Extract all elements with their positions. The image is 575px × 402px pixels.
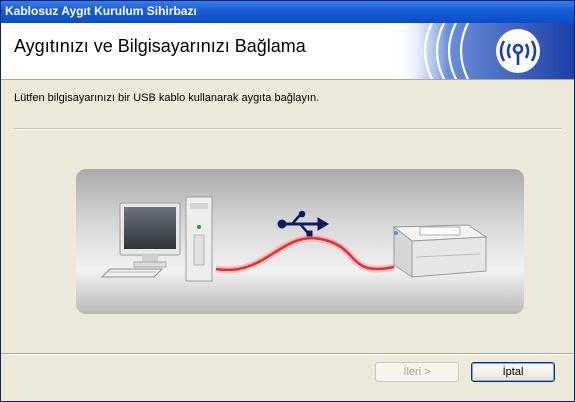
next-button[interactable]: İleri > [375,362,459,382]
cancel-button[interactable]: İptal [471,362,555,382]
connection-illustration [76,169,524,314]
header-banner: Aygıtınızı ve Bilgisayarınızı Bağlama [1,23,574,80]
page-title: Aygıtınızı ve Bilgisayarınızı Bağlama [14,36,306,56]
wireless-signal-icon [394,23,574,79]
printer-icon [392,224,488,278]
wizard-window: Kablosuz Aygıt Kurulum Sihirbazı Aygıtın… [0,0,575,402]
footer-separator [1,353,574,355]
window-title: Kablosuz Aygıt Kurulum Sihirbazı [5,4,197,18]
title-bar[interactable]: Kablosuz Aygıt Kurulum Sihirbazı [1,1,574,23]
instruction-text: Lütfen bilgisayarınızı bir USB kablo kul… [14,92,320,104]
separator [14,128,561,130]
